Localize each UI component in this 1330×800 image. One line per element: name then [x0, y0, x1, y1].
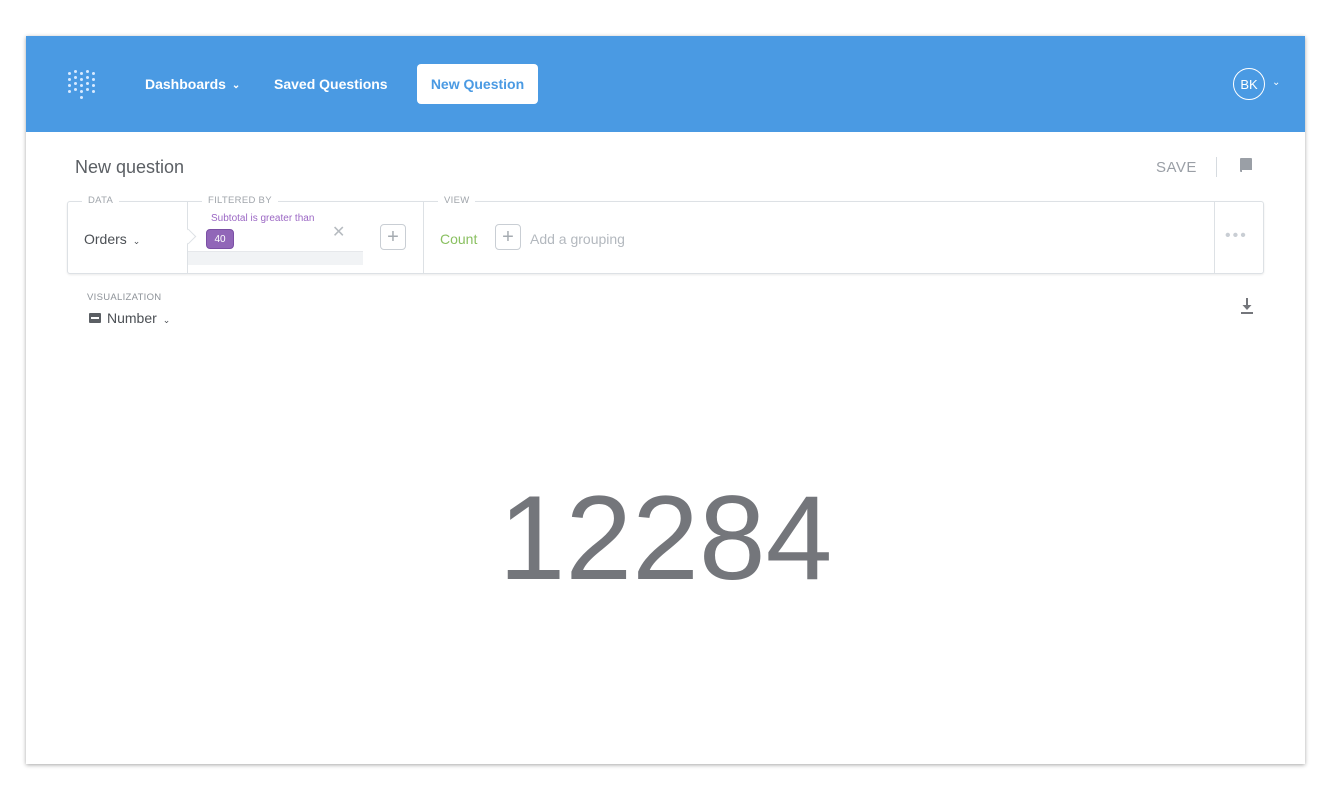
more-options-icon[interactable]: ••• — [1225, 227, 1248, 245]
number-viz-icon — [89, 313, 101, 323]
data-source-value: Orders — [84, 231, 127, 247]
aggregation-select[interactable]: Count — [440, 231, 477, 247]
add-grouping-label[interactable]: Add a grouping — [530, 231, 625, 247]
book-icon[interactable] — [1240, 158, 1252, 172]
nav-saved-questions[interactable]: Saved Questions — [274, 76, 388, 92]
top-navigation-bar: Dashboards ⌄ Saved Questions New Question… — [26, 36, 1305, 132]
visualization-type: Number — [107, 310, 157, 326]
chevron-down-icon: ⌄ — [162, 315, 171, 325]
filter-description[interactable]: Subtotal is greater than — [211, 213, 314, 224]
result-number: 12284 — [498, 471, 833, 605]
data-source-select[interactable]: Orders ⌄ — [84, 231, 140, 247]
filtered-by-section-label: FILTERED BY — [202, 195, 278, 206]
section-arrow — [180, 228, 197, 245]
filter-view-separator — [423, 202, 424, 273]
filter-value-badge[interactable]: 40 — [206, 229, 234, 249]
chevron-down-icon: ⌄ — [231, 80, 241, 91]
new-question-button[interactable]: New Question — [417, 64, 538, 104]
close-icon[interactable]: ✕ — [332, 222, 345, 242]
user-avatar[interactable]: BK — [1233, 68, 1265, 100]
add-grouping-button[interactable]: + — [495, 224, 521, 250]
view-section-label: VIEW — [438, 195, 476, 206]
view-more-separator — [1214, 202, 1215, 273]
download-icon[interactable] — [1241, 298, 1253, 314]
visualization-select[interactable]: Number ⌄ — [107, 310, 170, 326]
save-button[interactable]: SAVE — [1156, 159, 1197, 176]
chevron-down-icon[interactable]: ⌄ — [1272, 77, 1280, 88]
chevron-down-icon: ⌄ — [132, 236, 141, 246]
visualization-label: VISUALIZATION — [87, 292, 162, 303]
app-window: Dashboards ⌄ Saved Questions New Question… — [26, 36, 1305, 764]
data-section-label: DATA — [82, 195, 120, 206]
page-title: New question — [75, 157, 185, 177]
metabase-logo-icon[interactable] — [66, 70, 96, 100]
query-builder: DATA Orders ⌄ FILTERED BY Subtotal is gre… — [67, 195, 1264, 274]
header-divider — [1216, 157, 1217, 177]
nav-dashboards-label: Dashboards — [145, 76, 226, 92]
filter-scroll-track — [188, 251, 363, 265]
nav-dashboards[interactable]: Dashboards ⌄ — [145, 76, 240, 92]
add-filter-button[interactable]: + — [380, 224, 406, 250]
